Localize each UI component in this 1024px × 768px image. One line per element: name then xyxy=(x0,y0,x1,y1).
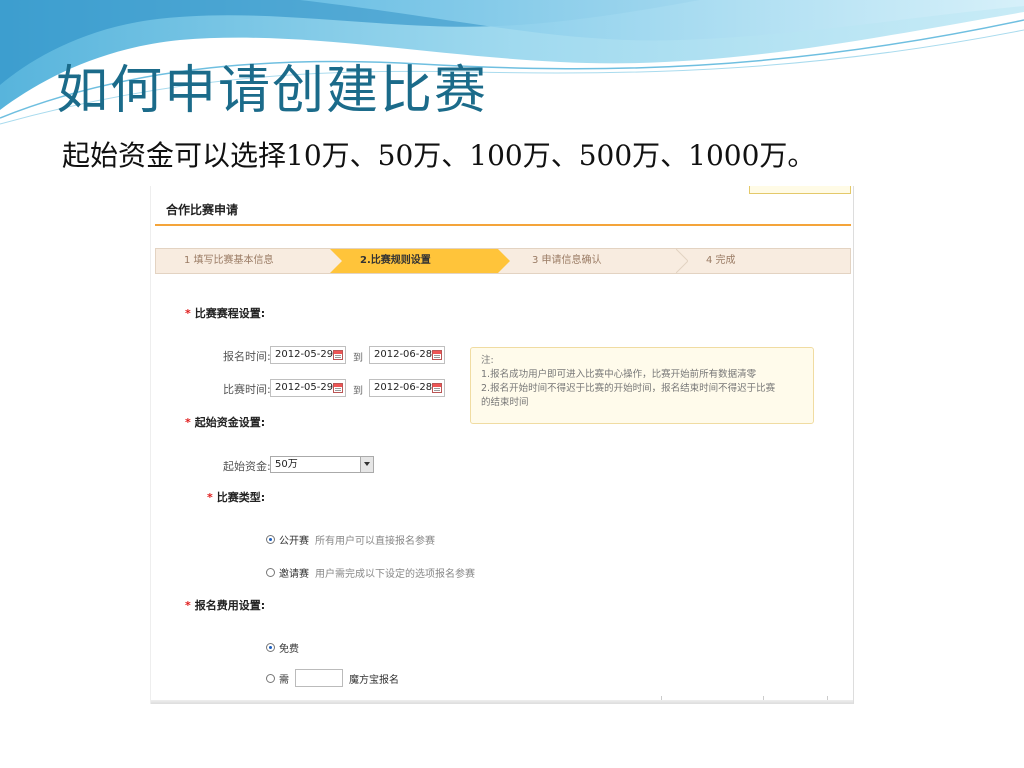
notice-line-3: 的结束时间 xyxy=(481,397,529,408)
radio-button[interactable] xyxy=(266,673,275,683)
match-time-label: 比赛时间: xyxy=(223,383,271,396)
divider xyxy=(827,696,828,704)
step-separator-icon xyxy=(676,249,688,273)
notice-title: 注: xyxy=(481,355,494,366)
required-star-icon: * xyxy=(185,599,191,612)
chevron-down-icon[interactable] xyxy=(360,457,373,472)
match-type-section-label: * 比赛类型: xyxy=(207,491,266,504)
form-title: 合作比赛申请 xyxy=(166,203,239,217)
top-edge-box xyxy=(749,186,851,194)
fee-amount-input[interactable] xyxy=(295,669,343,687)
calendar-icon[interactable] xyxy=(432,350,442,360)
calendar-icon[interactable] xyxy=(333,383,343,393)
to-label: 到 xyxy=(353,386,363,397)
signup-end-input[interactable]: 2012-06-28 xyxy=(369,346,445,364)
signup-start-input[interactable]: 2012-05-29 xyxy=(270,346,346,364)
capital-select[interactable]: 50万 xyxy=(270,456,374,473)
calendar-icon[interactable] xyxy=(333,350,343,360)
divider xyxy=(763,696,764,704)
slide-title: 如何申请创建比赛 xyxy=(56,61,489,121)
title-divider xyxy=(155,224,851,226)
notice-box: 注: 1.报名成功用户即可进入比赛中心操作，比赛开始前所有数据清零 2.报名开始… xyxy=(470,347,814,424)
capital-section-label: * 起始资金设置: xyxy=(185,416,266,429)
notice-line-1: 1.报名成功用户即可进入比赛中心操作，比赛开始前所有数据清零 xyxy=(481,369,757,380)
form-screenshot-panel: 合作比赛申请 1 填写比赛基本信息 2.比赛规则设置 3 申请信息确认 4 完成… xyxy=(150,186,854,704)
schedule-section-label: * 比赛赛程设置: xyxy=(185,307,266,320)
step-2-active: 2.比赛规则设置 xyxy=(330,249,510,273)
fee-section-label: * 报名费用设置: xyxy=(185,599,266,612)
required-star-icon: * xyxy=(207,491,213,504)
radio-button[interactable] xyxy=(266,535,275,544)
required-star-icon: * xyxy=(185,416,191,429)
progress-steps: 1 填写比赛基本信息 2.比赛规则设置 3 申请信息确认 4 完成 xyxy=(155,248,851,274)
radio-invite-match[interactable]: 邀请赛 用户需完成以下设定的选项报名参赛 xyxy=(266,565,475,580)
match-start-input[interactable]: 2012-05-29 xyxy=(270,379,346,397)
to-label: 到 xyxy=(353,353,363,364)
radio-fee-free[interactable]: 免费 xyxy=(266,640,299,655)
slide-subtitle: 起始资金可以选择10万、50万、100万、500万、1000万。 xyxy=(62,139,816,172)
capital-field-label: 起始资金: xyxy=(223,460,271,473)
radio-public-match[interactable]: 公开赛 所有用户可以直接报名参赛 xyxy=(266,532,435,547)
step-3: 3 申请信息确认 xyxy=(532,255,602,266)
match-end-input[interactable]: 2012-06-28 xyxy=(369,379,445,397)
step-1: 1 填写比赛基本信息 xyxy=(184,255,274,266)
radio-button[interactable] xyxy=(266,568,275,577)
notice-line-2: 2.报名开始时间不得迟于比赛的开始时间，报名结束时间不得迟于比赛 xyxy=(481,383,776,394)
radio-button[interactable] xyxy=(266,643,275,652)
radio-fee-paid[interactable]: 需 魔方宝报名 xyxy=(266,669,399,687)
divider xyxy=(661,696,662,704)
required-star-icon: * xyxy=(185,307,191,320)
calendar-icon[interactable] xyxy=(432,383,442,393)
signup-time-label: 报名时间: xyxy=(223,350,271,363)
step-4: 4 完成 xyxy=(706,255,736,266)
